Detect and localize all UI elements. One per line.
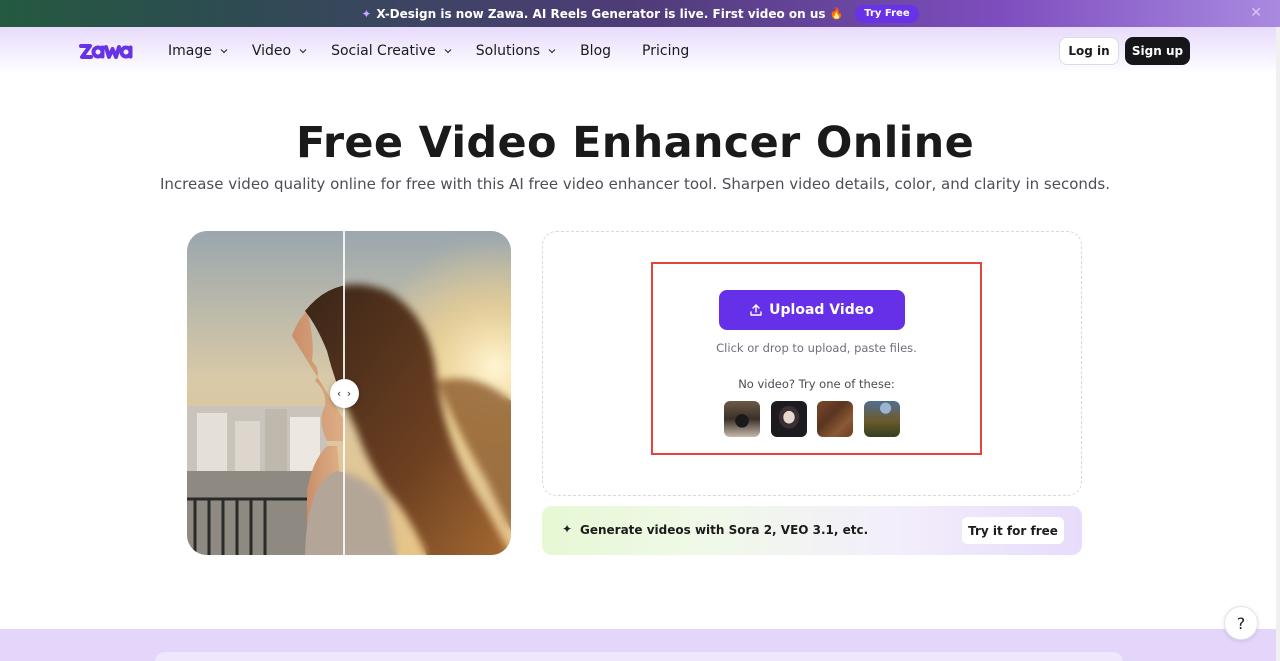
login-button[interactable]: Log in <box>1059 37 1119 65</box>
chevron-down-icon <box>299 49 307 54</box>
before-after-compare[interactable]: ‹ › <box>187 231 511 555</box>
sample-video-coffee[interactable] <box>724 401 760 437</box>
sample-video-wood[interactable] <box>817 401 853 437</box>
question-icon: ? <box>1236 613 1246 633</box>
chevrons-left-right-icon: ‹ › <box>336 387 353 400</box>
upload-hint: Click or drop to upload, paste files. <box>716 341 917 355</box>
signup-button[interactable]: Sign up <box>1125 37 1190 65</box>
nav-pricing[interactable]: Pricing <box>642 43 689 59</box>
chevron-down-icon <box>220 49 228 54</box>
nav-solutions-label: Solutions <box>475 43 541 59</box>
nav-blog-label: Blog <box>580 43 612 59</box>
nav-blog[interactable]: Blog <box>580 43 611 59</box>
announcement-text: X-Design is now Zawa. AI Reels Generator… <box>376 6 826 21</box>
sample-videos-label: No video? Try one of these: <box>738 377 895 391</box>
site-header: Image Video Social Creative Solutions Bl… <box>0 27 1276 75</box>
nav-video[interactable]: Video <box>252 43 307 59</box>
next-section-card <box>155 652 1123 661</box>
chevron-down-icon <box>444 49 452 54</box>
chevron-down-icon <box>548 49 556 54</box>
upload-video-button[interactable]: Upload Video <box>719 290 905 330</box>
sample-video-landscape[interactable] <box>863 401 900 437</box>
try-it-free-button[interactable]: Try it for free <box>962 517 1064 544</box>
try-free-button[interactable]: Try Free <box>855 4 919 23</box>
upload-icon <box>750 304 762 316</box>
nav-pricing-label: Pricing <box>642 43 690 59</box>
nav-solutions[interactable]: Solutions <box>476 43 556 59</box>
sora-promo-bar: ✦ Generate videos with Sora 2, VEO 3.1, … <box>542 506 1082 555</box>
sparkle-icon: ✦ <box>361 6 372 21</box>
close-icon[interactable]: ✕ <box>1250 5 1262 21</box>
page-scrollbar[interactable] <box>1276 27 1280 661</box>
page-subtitle: Increase video quality online for free w… <box>160 175 1110 193</box>
nav-image-label: Image <box>168 43 212 59</box>
main-nav: Image Video Social Creative Solutions Bl… <box>168 41 689 61</box>
nav-social-creative[interactable]: Social Creative <box>331 43 452 59</box>
zawa-logo[interactable] <box>79 41 135 61</box>
fire-icon: 🔥 <box>829 7 844 20</box>
compare-slider-handle[interactable]: ‹ › <box>330 379 359 408</box>
promo-text: Generate videos with Sora 2, VEO 3.1, et… <box>580 523 869 537</box>
nav-video-label: Video <box>251 43 292 59</box>
sparkle-icon: ✦ <box>562 522 573 536</box>
nav-image[interactable]: Image <box>168 43 228 59</box>
help-button[interactable]: ? <box>1224 606 1258 640</box>
sample-videos <box>724 401 900 437</box>
sample-video-portrait[interactable] <box>770 401 807 437</box>
nav-social-creative-label: Social Creative <box>331 43 436 59</box>
enhanced-side <box>344 231 511 555</box>
upload-video-label: Upload Video <box>769 302 874 318</box>
announcement-bar: ✦ X-Design is now Zawa. AI Reels Generat… <box>0 0 1280 27</box>
page-title: Free Video Enhancer Online <box>295 118 975 168</box>
